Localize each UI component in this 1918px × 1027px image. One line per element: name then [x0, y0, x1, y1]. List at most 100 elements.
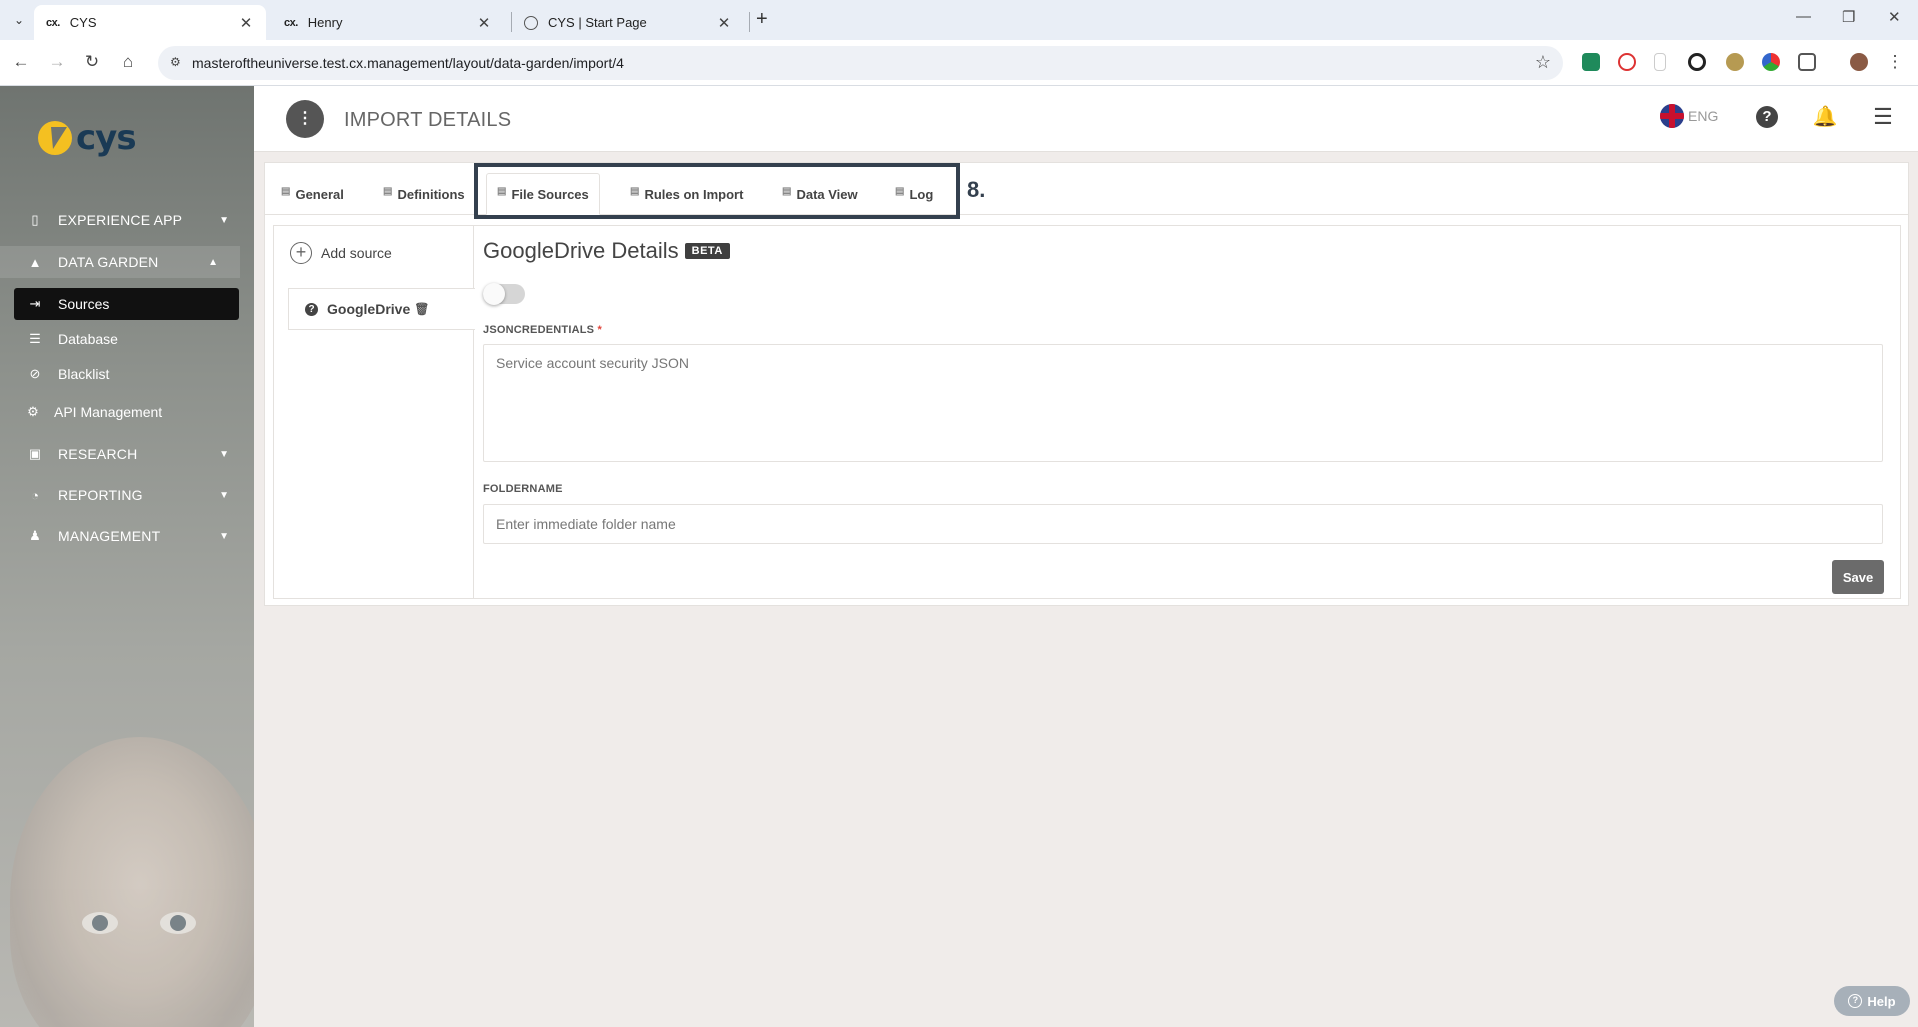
enable-toggle[interactable]: [483, 283, 525, 305]
minimize-icon[interactable]: —: [1796, 8, 1811, 25]
ban-icon: ⊘: [29, 366, 41, 381]
background-portrait: [10, 737, 254, 1027]
extension-icon[interactable]: [1582, 53, 1600, 71]
details-title: GoogleDrive Details BETA: [483, 238, 730, 264]
import-icon: ⇥: [29, 296, 41, 311]
caret-down-icon: ▼: [219, 214, 229, 226]
uk-flag-icon: [1660, 104, 1684, 128]
language-selector[interactable]: ENG: [1660, 104, 1718, 128]
database-icon: ☰: [29, 331, 41, 346]
cookie-extension-icon[interactable]: [1726, 53, 1744, 71]
close-tab-icon[interactable]: ✕: [238, 14, 254, 32]
portrait-eye: [82, 912, 118, 934]
puzzle-extensions-icon[interactable]: [1798, 53, 1816, 71]
required-marker: *: [597, 324, 602, 336]
cx-favicon: cx.: [46, 16, 60, 29]
source-list: + Add source ? GoogleDrive 🗑: [274, 226, 475, 598]
annotation-highlight-box: [474, 163, 960, 219]
nav-blacklist[interactable]: ⊘ Blacklist: [14, 358, 239, 390]
lightning-logo-icon: [38, 121, 72, 155]
new-tab-icon[interactable]: +: [756, 8, 768, 31]
profile-avatar[interactable]: [1850, 53, 1868, 71]
tab-separator: [749, 12, 750, 32]
language-code: ENG: [1688, 108, 1719, 124]
caret-up-icon: ▲: [208, 256, 218, 268]
kebab-menu-icon[interactable]: ⋮: [1884, 52, 1906, 72]
bell-icon[interactable]: 🔔: [1812, 104, 1838, 130]
source-item-label: GoogleDrive: [327, 301, 411, 317]
sync-extension-icon[interactable]: [1688, 53, 1706, 71]
browser-tab-henry[interactable]: cx. Henry ✕: [272, 5, 504, 40]
bookmark-star-icon[interactable]: ☆: [1535, 52, 1551, 73]
portrait-eye: [160, 912, 196, 934]
close-tab-icon[interactable]: ✕: [716, 14, 732, 32]
save-button[interactable]: Save: [1832, 560, 1884, 594]
reload-icon[interactable]: ↻: [81, 52, 103, 72]
source-item-googledrive[interactable]: ? GoogleDrive 🗑: [288, 288, 475, 330]
beta-badge: BETA: [684, 243, 730, 259]
pie-chart-icon: ◔: [31, 487, 39, 503]
cys-logo[interactable]: cys: [38, 118, 137, 158]
file-sources-panel: + Add source ? GoogleDrive 🗑 GoogleDrive…: [273, 225, 1901, 599]
caret-down-icon: ▼: [219, 448, 229, 460]
caret-down-icon: ▼: [219, 489, 229, 501]
tab-search-chevron-icon[interactable]: ⌄: [8, 9, 30, 31]
add-source-button[interactable]: + Add source: [290, 242, 392, 264]
browser-tabstrip: ⌄ cx. CYS ✕ cx. Henry ✕ CYS | Start Page…: [0, 0, 1918, 40]
trash-icon[interactable]: 🗑: [414, 302, 429, 316]
help-icon[interactable]: ?: [1754, 104, 1780, 130]
page-extension-icon[interactable]: [1654, 53, 1666, 71]
tree-icon: ▲: [28, 254, 42, 270]
folder-name-input[interactable]: [483, 504, 1883, 544]
nav-api-management[interactable]: ⚙ API Management: [14, 396, 239, 428]
plus-circle-icon: +: [290, 242, 312, 264]
source-details: GoogleDrive Details BETA JSONCREDENTIALS…: [483, 226, 1893, 598]
nav-reporting[interactable]: ◔ REPORTING ▼: [14, 479, 239, 511]
tab-list-icon: ▤: [383, 185, 393, 197]
app-sidebar: cys ▯ EXPERIENCE APP ▼ ▲ DATA GARDEN ▲ ⇥…: [0, 86, 254, 1027]
browser-tab-cys[interactable]: cx. CYS ✕: [34, 5, 266, 40]
color-extension-icon[interactable]: [1762, 53, 1780, 71]
browser-tab-title: CYS | Start Page: [548, 15, 647, 30]
record-extension-icon[interactable]: [1618, 53, 1636, 71]
restore-icon[interactable]: ❐: [1842, 8, 1855, 26]
browser-toolbar: ← → ↻ ⌂ ⚙ masteroftheuniverse.test.cx.ma…: [0, 40, 1918, 86]
caret-down-icon: ▼: [219, 530, 229, 542]
json-credentials-input[interactable]: [483, 344, 1883, 462]
nav-sources[interactable]: ⇥ Sources: [14, 288, 239, 320]
import-card: ▤ General ▤ Definitions ▤ File Sources ▤…: [264, 162, 1909, 606]
user-tie-icon: ♟: [29, 528, 41, 543]
question-circle-icon: ?: [305, 302, 318, 316]
logo-wordmark: cys: [76, 118, 137, 158]
help-widget-button[interactable]: ? Help: [1834, 986, 1910, 1016]
annotation-step-number: 8.: [967, 177, 986, 202]
page-title: IMPORT DETAILS: [344, 109, 512, 131]
tab-general[interactable]: ▤ General: [271, 173, 354, 215]
help-question-icon: ?: [1848, 994, 1863, 1008]
site-info-icon[interactable]: ⚙: [170, 55, 186, 71]
tab-bar: ▤ General ▤ Definitions ▤ File Sources ▤…: [265, 163, 1908, 219]
info-menu-icon[interactable]: ⋮: [286, 100, 324, 138]
inbox-icon: ▣: [28, 446, 42, 461]
cx-favicon: cx.: [284, 16, 298, 29]
nav-data-garden[interactable]: ▲ DATA GARDEN ▲: [0, 246, 240, 278]
list-menu-icon[interactable]: ☰: [1870, 104, 1896, 130]
forward-icon[interactable]: →: [46, 52, 68, 72]
home-icon[interactable]: ⌂: [117, 52, 139, 72]
tab-definitions[interactable]: ▤ Definitions: [373, 173, 475, 215]
nav-experience-app[interactable]: ▯ EXPERIENCE APP ▼: [14, 204, 239, 236]
folder-name-label: FOLDERNAME: [483, 483, 563, 495]
gear-icon: ⚙: [27, 404, 39, 419]
nav-database[interactable]: ☰ Database: [14, 323, 239, 355]
json-credentials-label: JSONCREDENTIALS *: [483, 324, 602, 336]
nav-management[interactable]: ♟ MANAGEMENT ▼: [14, 520, 239, 552]
address-bar[interactable]: ⚙ masteroftheuniverse.test.cx.management…: [158, 46, 1563, 80]
back-icon[interactable]: ←: [10, 52, 32, 72]
nav-research[interactable]: ▣ RESEARCH ▼: [14, 438, 239, 470]
tab-list-icon: ▤: [281, 185, 291, 197]
close-tab-icon[interactable]: ✕: [476, 14, 492, 32]
window-close-icon[interactable]: ✕: [1888, 8, 1901, 26]
browser-tab-start-page[interactable]: CYS | Start Page ✕: [512, 5, 744, 40]
browser-tab-title: Henry: [307, 15, 343, 30]
phone-icon: ▯: [31, 212, 39, 227]
